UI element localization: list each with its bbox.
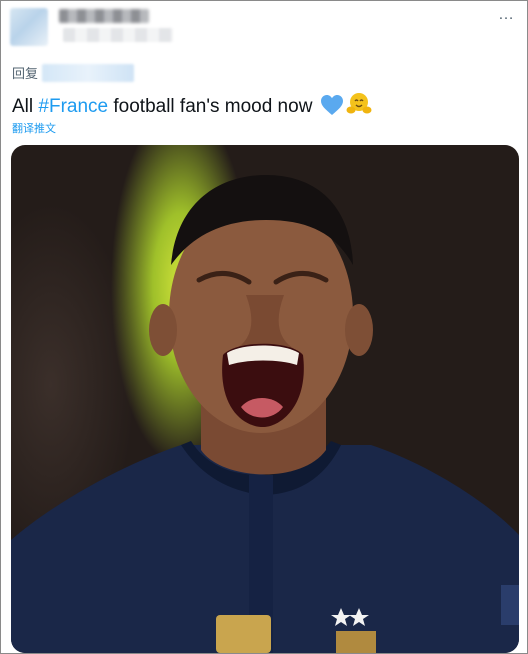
reply-context: 回复 — [12, 63, 135, 82]
display-name-redacted[interactable] — [59, 9, 149, 23]
tweet-text-end: football fan's mood now — [108, 96, 318, 117]
hugging-face-emoji — [346, 92, 372, 123]
reply-prefix: 回复 — [12, 66, 39, 81]
tweet-text-start: All — [12, 96, 39, 117]
reply-target-redacted[interactable] — [42, 63, 135, 82]
hashtag-link[interactable]: #France — [38, 96, 108, 117]
avatar[interactable] — [10, 8, 48, 46]
tweet-text: All #France football fan's mood now — [12, 92, 372, 123]
username-redacted — [63, 28, 173, 42]
blue-heart-emoji — [320, 94, 344, 123]
tweet-card: … 回复 All #France football fan's mood now… — [0, 0, 528, 654]
photo-illustration — [11, 175, 519, 653]
translate-tweet-link[interactable]: 翻译推文 — [12, 120, 56, 136]
more-dots-icon[interactable]: … — [498, 6, 515, 24]
tweet-photo[interactable] — [11, 145, 519, 653]
